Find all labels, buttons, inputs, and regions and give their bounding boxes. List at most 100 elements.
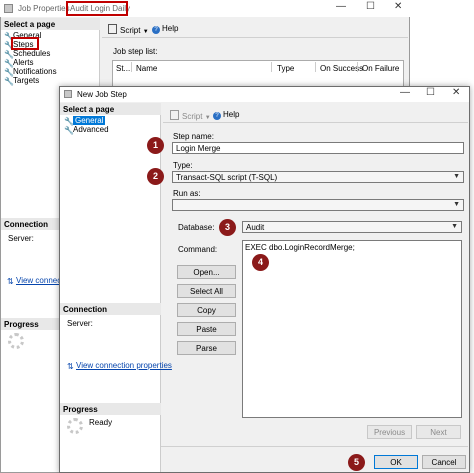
minimize-icon[interactable]: — bbox=[400, 87, 410, 98]
column-header-status[interactable]: St... bbox=[116, 64, 130, 73]
command-text: EXEC dbo.LoginRecordMerge; bbox=[245, 243, 355, 252]
outer-progress-header: Progress bbox=[1, 318, 61, 330]
run-as-select[interactable]: ▼ bbox=[172, 199, 464, 211]
command-textarea[interactable]: EXEC dbo.LoginRecordMerge; bbox=[242, 240, 462, 418]
dialog-script-button[interactable]: Script ▼ bbox=[170, 110, 211, 121]
column-divider bbox=[315, 62, 316, 72]
type-select[interactable]: Transact-SQL script (T-SQL) ▼ bbox=[172, 171, 464, 183]
dialog-connection-header: Connection bbox=[60, 303, 161, 315]
dialog-toolbar-divider bbox=[163, 122, 468, 123]
select-all-button[interactable]: Select All bbox=[177, 284, 236, 298]
dialog-help-button[interactable]: ? Help bbox=[213, 110, 239, 120]
window-title: Job Properties bbox=[18, 4, 70, 13]
dialog-progress-header: Progress bbox=[60, 403, 161, 415]
step-name-input[interactable]: Login Merge bbox=[172, 142, 464, 154]
dialog-progress-spinner bbox=[67, 418, 83, 434]
maximize-icon[interactable]: ☐ bbox=[366, 1, 375, 12]
outer-page-schedules-label: Schedules bbox=[13, 49, 51, 58]
chevron-down-icon: ▼ bbox=[204, 115, 211, 121]
outer-script-label: Script bbox=[120, 26, 141, 35]
wrench-icon: 🔧 bbox=[4, 77, 14, 86]
callout-badge-3: 3 bbox=[219, 219, 236, 236]
dialog-page-advanced-label: Advanced bbox=[73, 125, 109, 134]
wrench-icon: 🔧 bbox=[4, 68, 14, 77]
outer-page-alerts-label: Alerts bbox=[13, 58, 34, 67]
dialog-page-advanced[interactable]: 🔧Advanced bbox=[64, 125, 109, 135]
copy-button[interactable]: Copy bbox=[177, 303, 236, 317]
app-icon bbox=[4, 4, 13, 13]
script-icon bbox=[108, 24, 117, 34]
outer-help-button[interactable]: ? Help bbox=[152, 24, 178, 34]
close-icon[interactable]: ✕ bbox=[452, 87, 460, 98]
dialog-titlebar: New Job Step — ☐ ✕ bbox=[60, 87, 469, 102]
outer-page-targets-label: Targets bbox=[13, 76, 40, 85]
dialog-left-pane bbox=[60, 103, 161, 472]
job-properties-titlebar: Job Properties Audit Login Daily — ☐ ✕ bbox=[0, 0, 410, 17]
outer-connection-header: Connection bbox=[1, 218, 61, 230]
close-icon[interactable]: ✕ bbox=[394, 1, 402, 12]
type-label: Type: bbox=[173, 161, 193, 170]
outer-page-schedules[interactable]: 🔧Schedules bbox=[4, 49, 51, 59]
parse-button[interactable]: Parse bbox=[177, 341, 236, 355]
script-icon bbox=[170, 110, 179, 120]
wrench-icon: 🔧 bbox=[4, 50, 14, 59]
chevron-down-icon: ▼ bbox=[142, 29, 149, 35]
callout-badge-5: 5 bbox=[348, 454, 365, 471]
outer-select-page-header: Select a page bbox=[1, 18, 100, 30]
dialog-page-general-label: General bbox=[73, 116, 106, 125]
dialog-view-connection-link[interactable]: ⇅ View connection properties bbox=[67, 361, 172, 371]
dialog-progress-status: Ready bbox=[89, 418, 113, 427]
outer-page-notifications-label: Notifications bbox=[13, 67, 57, 76]
outer-help-label: Help bbox=[162, 24, 179, 33]
connection-icon: ⇅ bbox=[7, 277, 14, 286]
column-header-on-failure[interactable]: On Failure bbox=[362, 64, 399, 73]
outer-page-notifications[interactable]: 🔧Notifications bbox=[4, 67, 57, 77]
dialog-footer-divider bbox=[161, 446, 468, 447]
column-divider bbox=[357, 62, 358, 72]
outer-page-alerts[interactable]: 🔧Alerts bbox=[4, 58, 34, 68]
job-step-list-label: Job step list: bbox=[113, 47, 158, 56]
dialog-app-icon bbox=[64, 90, 72, 98]
minimize-icon[interactable]: — bbox=[336, 1, 346, 12]
column-divider bbox=[131, 62, 132, 72]
dialog-page-general[interactable]: 🔧General bbox=[64, 116, 106, 126]
callout-badge-2: 2 bbox=[147, 168, 164, 185]
ok-button[interactable]: OK bbox=[374, 455, 418, 469]
outer-script-button[interactable]: Script ▼ bbox=[108, 24, 149, 35]
outer-page-targets[interactable]: 🔧Targets bbox=[4, 76, 40, 86]
database-select[interactable]: Audit ▼ bbox=[242, 221, 462, 233]
dialog-title: New Job Step bbox=[77, 90, 127, 99]
cancel-button[interactable]: Cancel bbox=[422, 455, 466, 469]
paste-button[interactable]: Paste bbox=[177, 322, 236, 336]
run-as-label: Run as: bbox=[173, 189, 201, 198]
column-header-type[interactable]: Type bbox=[277, 64, 294, 73]
command-label: Command: bbox=[178, 245, 218, 254]
dialog-script-label: Script bbox=[182, 112, 203, 121]
chevron-down-icon: ▼ bbox=[453, 201, 460, 208]
type-select-value: Transact-SQL script (T-SQL) bbox=[176, 173, 278, 182]
column-header-name[interactable]: Name bbox=[136, 64, 157, 73]
open-button[interactable]: Open... bbox=[177, 265, 236, 279]
chevron-down-icon: ▼ bbox=[453, 173, 460, 180]
wrench-icon: 🔧 bbox=[4, 59, 14, 68]
connection-icon: ⇅ bbox=[67, 362, 74, 371]
chevron-down-icon: ▼ bbox=[451, 223, 458, 230]
database-label: Database: bbox=[178, 223, 215, 232]
next-button[interactable]: Next bbox=[416, 425, 461, 439]
previous-button[interactable]: Previous bbox=[367, 425, 412, 439]
title-highlight-box bbox=[66, 1, 128, 16]
outer-progress-spinner bbox=[8, 333, 24, 349]
wrench-icon: 🔧 bbox=[64, 126, 74, 135]
help-icon: ? bbox=[213, 112, 221, 120]
wrench-icon: 🔧 bbox=[4, 32, 14, 41]
wrench-icon: 🔧 bbox=[64, 117, 74, 126]
maximize-icon[interactable]: ☐ bbox=[426, 87, 435, 98]
callout-badge-4: 4 bbox=[252, 254, 269, 271]
dialog-select-page-header: Select a page bbox=[60, 103, 161, 115]
step-name-label: Step name: bbox=[173, 132, 214, 141]
wrench-icon: 🔧 bbox=[4, 41, 14, 50]
database-select-value: Audit bbox=[246, 223, 265, 232]
callout-badge-1: 1 bbox=[147, 137, 164, 154]
outer-toolbar-divider bbox=[102, 37, 408, 38]
help-icon: ? bbox=[152, 26, 160, 34]
